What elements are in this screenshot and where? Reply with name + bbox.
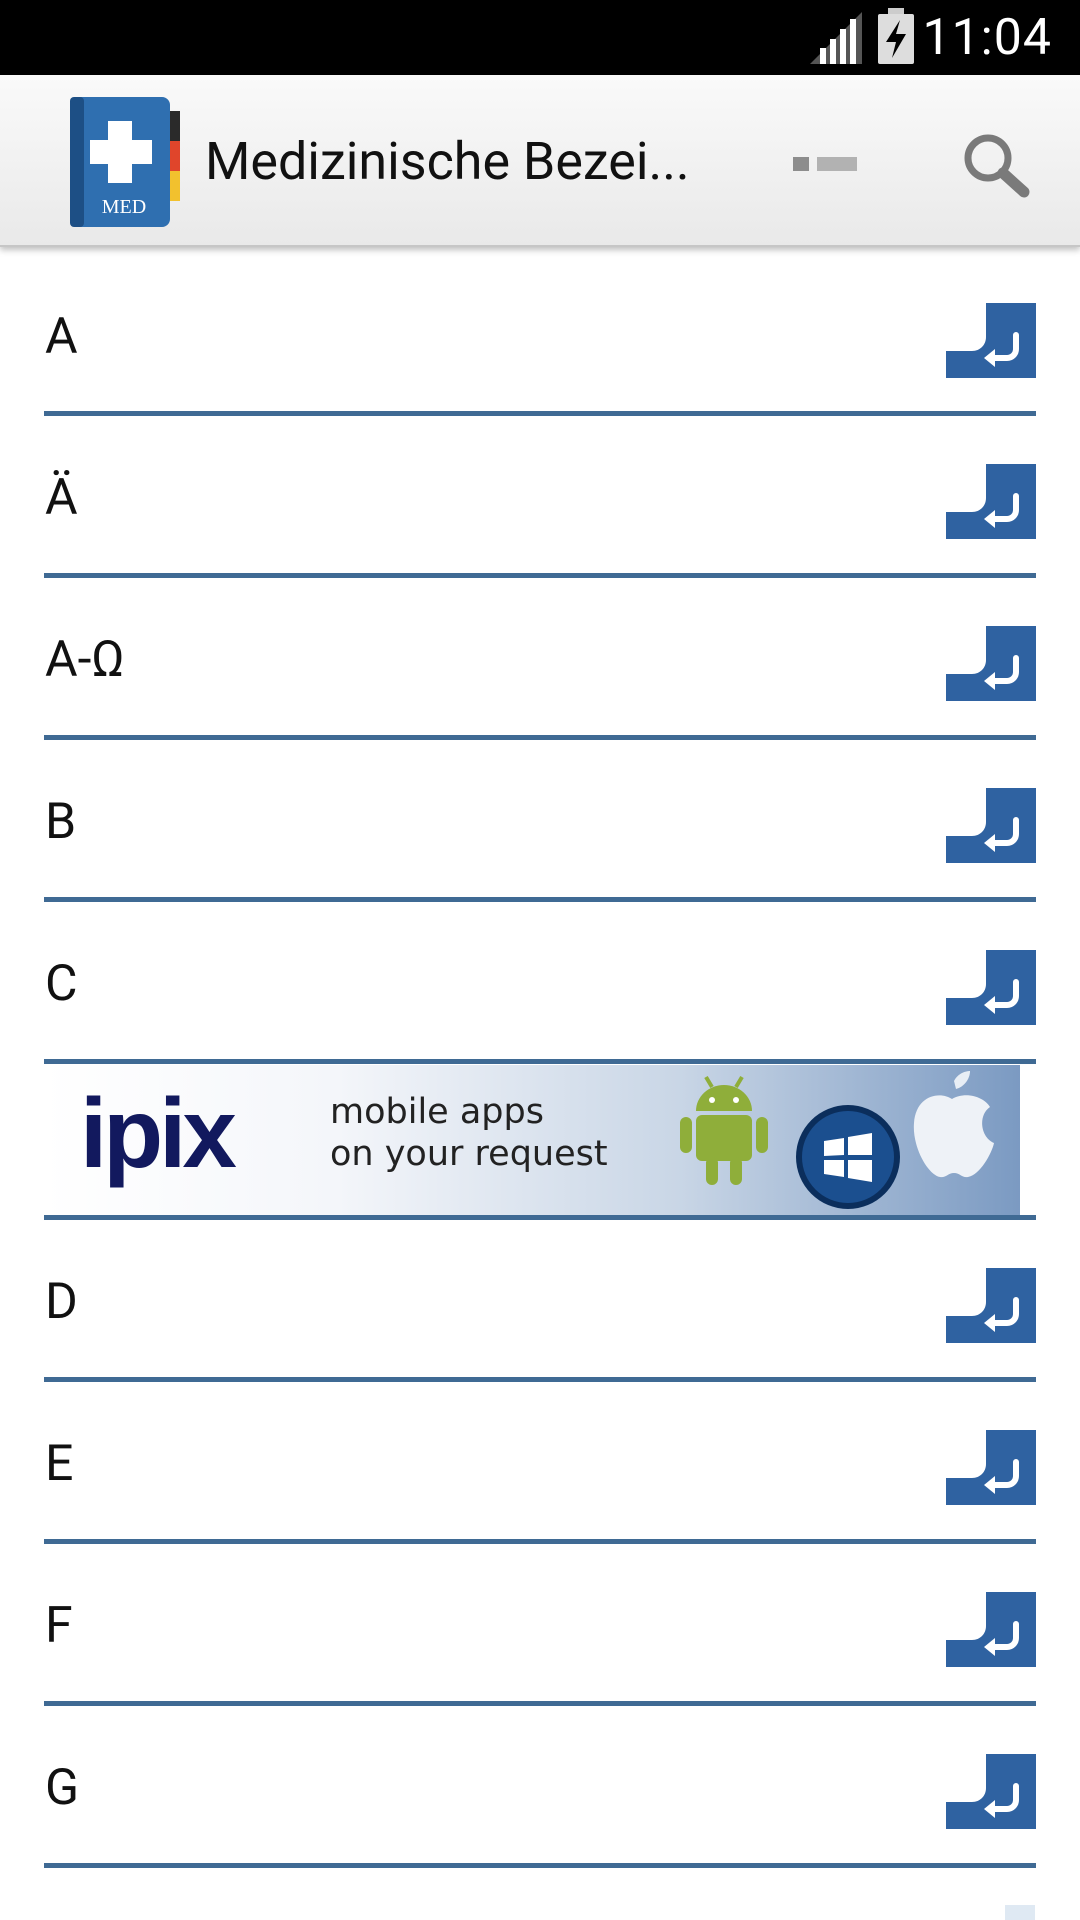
battery-charging-icon (878, 8, 914, 64)
divider (44, 1863, 1036, 1868)
list-item-label: B (45, 792, 77, 851)
enter-arrow-icon[interactable] (946, 1592, 1036, 1667)
list-item[interactable]: A-Ω (44, 581, 1036, 738)
enter-arrow-icon[interactable] (946, 626, 1036, 701)
ad-tagline: mobile apps on your request (330, 1091, 608, 1175)
list-item-label: F (45, 1596, 73, 1655)
enter-arrow-icon[interactable] (946, 1754, 1036, 1829)
action-bar: MED Medizinische Bezei... (0, 75, 1080, 247)
divider (44, 411, 1036, 416)
list-item[interactable]: A (44, 258, 1036, 415)
divider (44, 735, 1036, 740)
ad-line-1: mobile apps (330, 1092, 544, 1132)
list-item[interactable]: E (44, 1385, 1036, 1542)
signal-icon (810, 12, 862, 64)
windows-icon (796, 1105, 900, 1209)
enter-arrow-icon[interactable] (946, 303, 1036, 378)
list-item-label: G (45, 1758, 80, 1817)
enter-arrow-icon[interactable] (946, 1430, 1036, 1505)
divider (44, 1701, 1036, 1706)
enter-arrow-icon[interactable] (946, 950, 1036, 1025)
ad-banner[interactable]: ipix mobile apps on your request (44, 1065, 1020, 1215)
divider (44, 1377, 1036, 1382)
enter-arrow-icon[interactable] (946, 464, 1036, 539)
list-item-label: E (45, 1434, 74, 1493)
enter-arrow-icon[interactable] (946, 1268, 1036, 1343)
list-item[interactable]: Ä (44, 419, 1036, 576)
ad-line-2: on your request (330, 1134, 608, 1174)
apple-icon (913, 1071, 994, 1178)
enter-arrow-icon[interactable] (946, 788, 1036, 863)
android-icon (680, 1075, 768, 1185)
list-item-label: D (45, 1272, 78, 1331)
list-item[interactable]: F (44, 1547, 1036, 1704)
search-icon[interactable] (958, 130, 1032, 200)
list-item-label: C (45, 954, 78, 1013)
list-item[interactable]: D (44, 1223, 1036, 1380)
app-title: Medizinische Bezei... (205, 131, 690, 192)
status-bar: 11:04 (0, 0, 1080, 75)
partial-list-item (1005, 1905, 1035, 1920)
list-item[interactable]: G (44, 1709, 1036, 1866)
list-item-label: A-Ω (45, 630, 125, 689)
list-item[interactable]: B (44, 743, 1036, 900)
list-item-label: A (45, 307, 78, 366)
divider (44, 1059, 1036, 1064)
ad-brand: ipix (80, 1078, 237, 1188)
divider (44, 1539, 1036, 1544)
list-item[interactable]: C (44, 905, 1036, 1062)
med-book-icon[interactable]: MED (66, 97, 186, 229)
list-item-label: Ä (45, 468, 78, 527)
app-icon-text: MED (102, 196, 146, 218)
clock: 11:04 (922, 9, 1052, 67)
divider (44, 897, 1036, 902)
divider (44, 573, 1036, 578)
divider (44, 1215, 1036, 1220)
